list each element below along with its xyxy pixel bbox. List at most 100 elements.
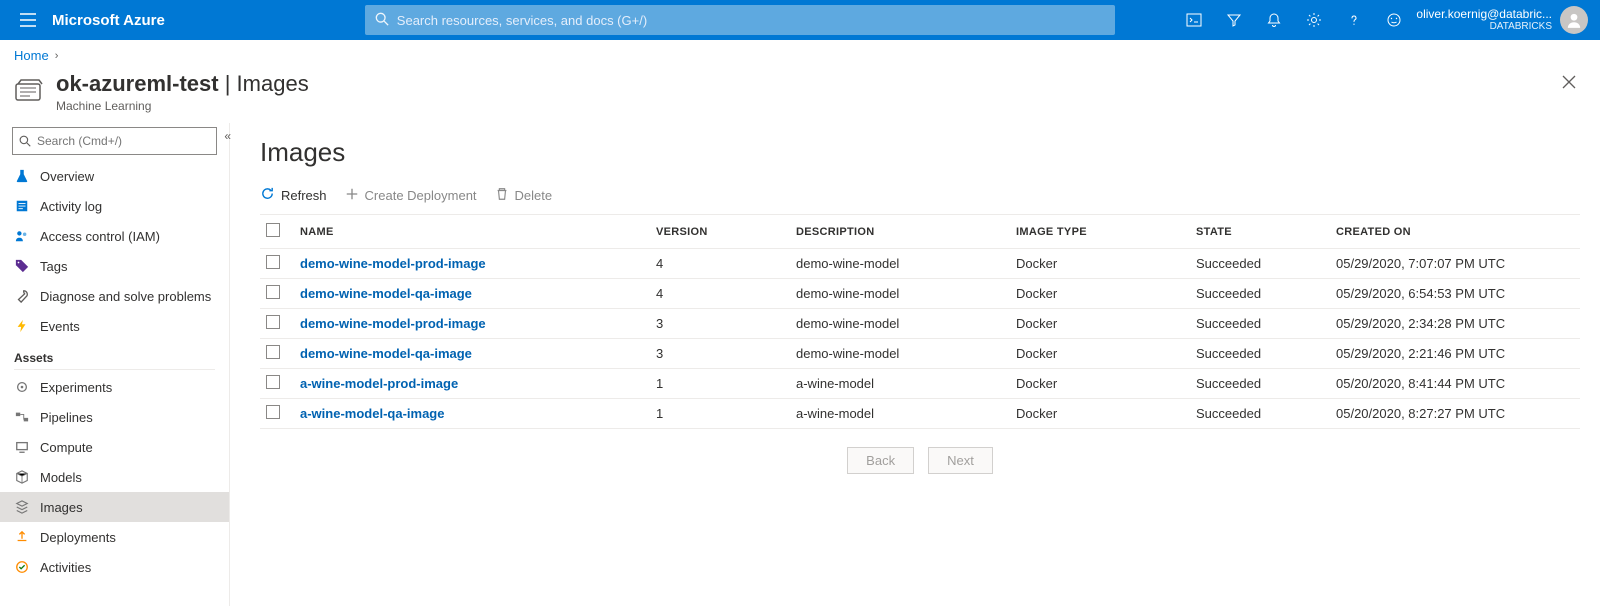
row-checkbox[interactable] — [266, 315, 280, 329]
sidebar-item-diagnose[interactable]: Diagnose and solve problems — [0, 281, 229, 311]
image-name-link[interactable]: demo-wine-model-prod-image — [300, 316, 486, 331]
hamburger-menu-button[interactable] — [8, 13, 48, 27]
sidebar-item-experiments[interactable]: Experiments — [0, 372, 229, 402]
main-content: Images Refresh Create Deployment Delete … — [230, 123, 1600, 606]
help-button[interactable] — [1336, 0, 1372, 40]
sidebar-item-label: Activity log — [40, 199, 102, 214]
cell-description: demo-wine-model — [790, 339, 1010, 369]
global-search-input[interactable] — [397, 13, 1105, 28]
pager-next-button[interactable]: Next — [928, 447, 993, 474]
image-name-link[interactable]: demo-wine-model-prod-image — [300, 256, 486, 271]
col-state[interactable]: STATE — [1190, 215, 1330, 249]
sidebar-item-events[interactable]: Events — [0, 311, 229, 341]
search-icon — [19, 135, 31, 147]
breadcrumb-home[interactable]: Home — [14, 48, 49, 63]
row-checkbox[interactable] — [266, 255, 280, 269]
cell-description: a-wine-model — [790, 369, 1010, 399]
page-section: Images — [237, 71, 309, 96]
close-icon — [1562, 75, 1576, 89]
cell-version: 3 — [650, 309, 790, 339]
sidebar-item-activity-log[interactable]: Activity log — [0, 191, 229, 221]
sidebar-item-label: Events — [40, 319, 80, 334]
top-bar: Microsoft Azure oliver.koernig@databric.… — [0, 0, 1600, 40]
sidebar-item-models[interactable]: Models — [0, 462, 229, 492]
sidebar-search[interactable] — [12, 127, 217, 155]
create-deployment-button[interactable]: Create Deployment — [345, 187, 477, 204]
select-all-checkbox[interactable] — [266, 223, 280, 237]
user-email: oliver.koernig@databric... — [1416, 8, 1552, 21]
cell-state: Succeeded — [1190, 249, 1330, 279]
avatar — [1560, 6, 1588, 34]
pager-back-button[interactable]: Back — [847, 447, 914, 474]
cloud-shell-button[interactable] — [1176, 0, 1212, 40]
settings-button[interactable] — [1296, 0, 1332, 40]
cell-version: 4 — [650, 279, 790, 309]
resource-icon — [14, 75, 46, 105]
col-version[interactable]: VERSION — [650, 215, 790, 249]
sidebar-item-label: Deployments — [40, 530, 116, 545]
sidebar-item-pipelines[interactable]: Pipelines — [0, 402, 229, 432]
image-name-link[interactable]: demo-wine-model-qa-image — [300, 286, 472, 301]
col-name[interactable]: NAME — [294, 215, 650, 249]
table-row: demo-wine-model-qa-image4demo-wine-model… — [260, 279, 1580, 309]
feedback-icon — [1386, 12, 1402, 28]
filter-icon — [1226, 12, 1242, 28]
sidebar-item-deployments[interactable]: Deployments — [0, 522, 229, 552]
global-search[interactable] — [365, 5, 1115, 35]
image-name-link[interactable]: a-wine-model-prod-image — [300, 376, 458, 391]
feedback-button[interactable] — [1376, 0, 1412, 40]
images-table: NAME VERSION DESCRIPTION IMAGE TYPE STAT… — [260, 214, 1580, 429]
delete-button[interactable]: Delete — [495, 187, 553, 204]
collapse-sidebar-button[interactable]: « — [224, 129, 231, 143]
sidebar-item-activities[interactable]: Activities — [0, 552, 229, 582]
col-description[interactable]: DESCRIPTION — [790, 215, 1010, 249]
row-checkbox[interactable] — [266, 375, 280, 389]
flask-icon — [14, 169, 30, 183]
refresh-label: Refresh — [281, 188, 327, 203]
cell-version: 3 — [650, 339, 790, 369]
cell-image-type: Docker — [1010, 309, 1190, 339]
refresh-button[interactable]: Refresh — [260, 186, 327, 204]
sidebar-item-label: Pipelines — [40, 410, 93, 425]
refresh-icon — [260, 186, 275, 204]
account-menu[interactable]: oliver.koernig@databric... DATABRICKS — [1416, 6, 1592, 34]
image-name-link[interactable]: demo-wine-model-qa-image — [300, 346, 472, 361]
page-title: ok-azureml-test | Images — [56, 71, 1548, 97]
cell-state: Succeeded — [1190, 279, 1330, 309]
pager: Back Next — [260, 447, 1580, 474]
cell-version: 1 — [650, 399, 790, 429]
table-row: demo-wine-model-prod-image4demo-wine-mod… — [260, 249, 1580, 279]
sidebar-item-tags[interactable]: Tags — [0, 251, 229, 281]
sidebar-item-iam[interactable]: Access control (IAM) — [0, 221, 229, 251]
ml-workspace-icon — [15, 78, 45, 102]
breadcrumb: Home › — [0, 40, 1600, 67]
sidebar-item-overview[interactable]: Overview — [0, 161, 229, 191]
row-checkbox[interactable] — [266, 285, 280, 299]
sidebar-section-assets: Assets — [0, 341, 229, 369]
table-row: demo-wine-model-qa-image 3demo-wine-model… — [260, 339, 1580, 369]
cell-image-type: Docker — [1010, 399, 1190, 429]
stack-icon — [14, 500, 30, 514]
toolbar: Refresh Create Deployment Delete — [260, 186, 1580, 214]
col-created-on[interactable]: CREATED ON — [1330, 215, 1580, 249]
people-icon — [14, 229, 30, 243]
sidebar-item-compute[interactable]: Compute — [0, 432, 229, 462]
cube-icon — [14, 470, 30, 484]
table-row: demo-wine-model-prod-image3demo-wine-mod… — [260, 309, 1580, 339]
sidebar-item-images[interactable]: Images — [0, 492, 229, 522]
image-name-link[interactable]: a-wine-model-qa-image — [300, 406, 444, 421]
sidebar-search-input[interactable] — [37, 134, 210, 148]
close-blade-button[interactable] — [1558, 71, 1580, 98]
row-checkbox[interactable] — [266, 345, 280, 359]
notifications-button[interactable] — [1256, 0, 1292, 40]
cell-created-on: 05/29/2020, 6:54:53 PM UTC — [1330, 279, 1580, 309]
row-checkbox[interactable] — [266, 405, 280, 419]
resource-name: ok-azureml-test — [56, 71, 219, 96]
directory-filter-button[interactable] — [1216, 0, 1252, 40]
sidebar-item-label: Tags — [40, 259, 67, 274]
check-icon — [14, 560, 30, 574]
table-row: a-wine-model-prod-image1a-wine-modelDock… — [260, 369, 1580, 399]
table-row: a-wine-model-qa-image1a-wine-modelDocker… — [260, 399, 1580, 429]
col-image-type[interactable]: IMAGE TYPE — [1010, 215, 1190, 249]
wrench-icon — [14, 289, 30, 303]
